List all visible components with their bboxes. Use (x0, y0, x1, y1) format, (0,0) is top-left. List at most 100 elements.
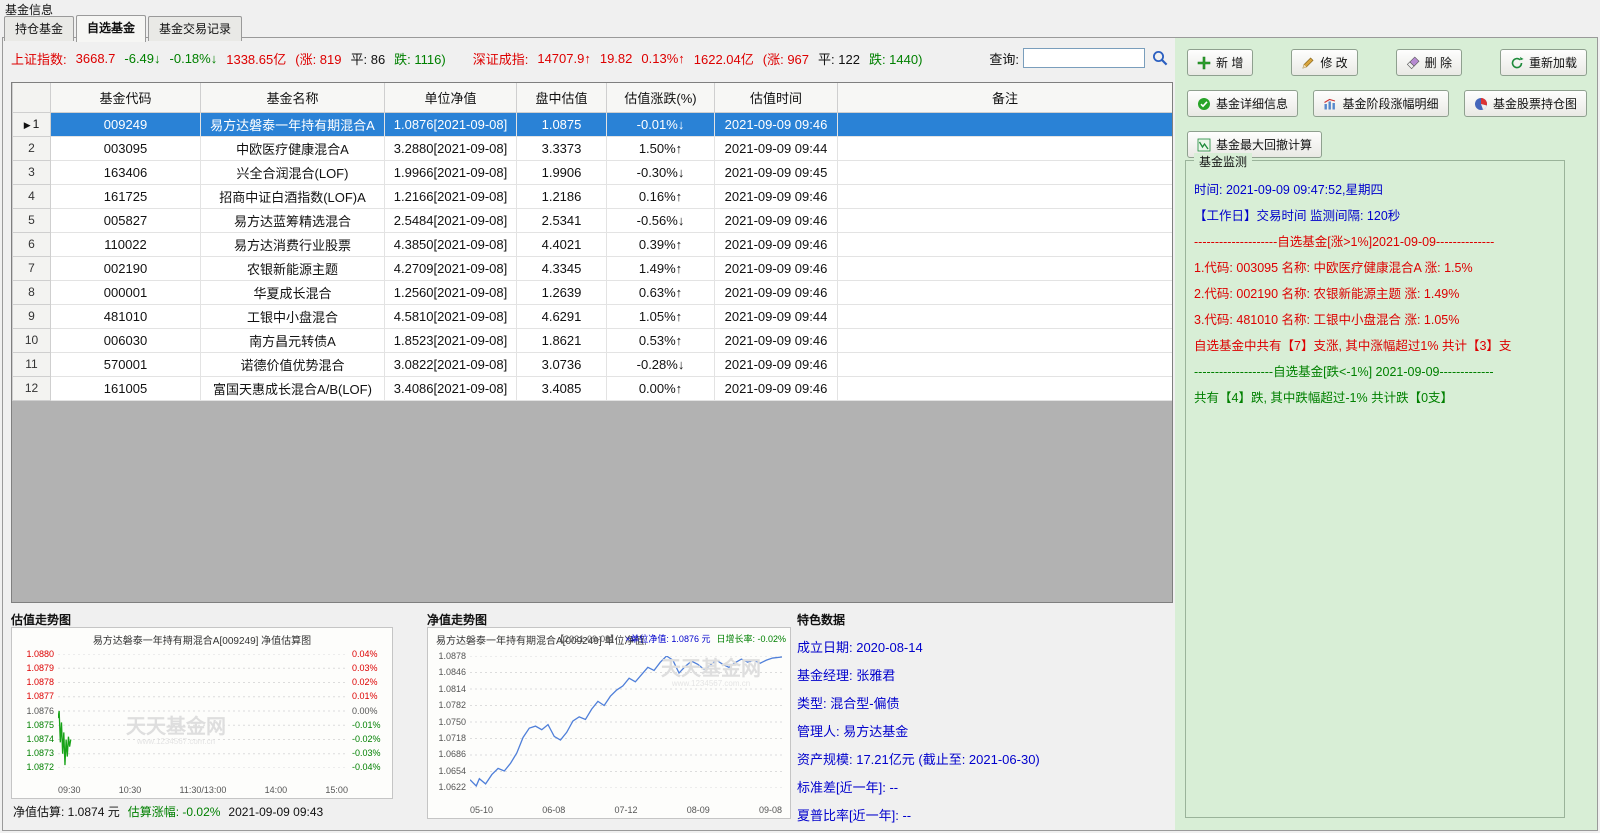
fund-code: 110022 (50, 231, 201, 257)
monitor-line: 共有【4】跌, 其中跌幅超过-1% 共计跌【0支】 (1194, 391, 1454, 405)
remark (837, 231, 1172, 257)
index-segment: -0.18%↓ (169, 50, 218, 66)
axis-tick-label: 1.0873 (26, 747, 54, 758)
unit-nav: 1.9966[2021-09-08] (384, 159, 517, 185)
column-header[interactable]: 基金名称 (200, 83, 385, 113)
axis-tick-label: 1.0782 (438, 700, 466, 711)
row-number: 8 (12, 279, 51, 305)
table-row[interactable]: 10 006030 南方昌元转债A 1.8523[2021-09-08] 1.8621 0… (12, 327, 1172, 353)
unit-nav: 1.2560[2021-09-08] (384, 279, 517, 305)
axis-tick-label: 14:00 (264, 785, 288, 795)
fund-code: 000001 (50, 279, 201, 305)
fund-detail-button[interactable]: 基金详细信息 (1187, 90, 1299, 117)
fund-name: 富国天惠成长混合A/B(LOF) (200, 375, 385, 401)
modify-button[interactable]: 修 改 (1291, 49, 1358, 76)
monitor-line: 3.代码: 481010 名称: 工银中小盘混合 涨: 1.05% (1194, 313, 1460, 327)
stock-holdings-button-label: 基金股票持仓图 (1492, 97, 1577, 111)
axis-tick-label: 1.0880 (26, 649, 54, 659)
estimate-change: 1.05%↑ (606, 303, 715, 329)
unit-nav: 3.0822[2021-09-08] (384, 351, 517, 377)
index-segment: 1622.04亿 (693, 51, 754, 67)
axis-tick-label: 1.0686 (438, 749, 466, 760)
column-header[interactable]: 估值涨跌(%) (606, 83, 715, 113)
search-icon[interactable] (1151, 49, 1169, 67)
axis-tick-label: 1.0872 (26, 762, 54, 772)
column-header[interactable]: 估值时间 (714, 83, 838, 113)
intraday-estimate: 4.3345 (516, 255, 607, 281)
chart-footer-segment: 2021-09-09 09:43 (228, 805, 324, 819)
table-row[interactable]: 7 002190 农银新能源主题 4.2709[2021-09-08] 4.3345 1.… (12, 255, 1172, 281)
stage-gain-button[interactable]: 基金阶段涨幅明细 (1313, 90, 1449, 117)
table-row[interactable]: 9 481010 工银中小盘混合 4.5810[2021-09-08] 4.6291 1.… (12, 303, 1172, 329)
axis-tick-label: 1.0622 (438, 782, 466, 792)
index-segment: 跌: 1440) (868, 51, 923, 67)
featured-line: 类型: 混合型-偏债 (797, 696, 900, 711)
add-button-label: 新 增 (1216, 56, 1244, 70)
axis-tick-label: 10:30 (118, 785, 142, 795)
estimate-change: 0.00%↑ (606, 375, 715, 401)
table-row[interactable]: 4 161725 招商中证白酒指数(LOF)A 1.2166[2021-09-08] 1… (12, 183, 1172, 209)
table-row[interactable]: 2 003095 中欧医疗健康混合A 3.2880[2021-09-08] 3.3373… (12, 135, 1172, 161)
est-chart-section-label: 估值走势图 (11, 613, 72, 627)
estimate-change: 0.39%↑ (606, 231, 715, 257)
tab-item[interactable]: 持仓基金 (4, 16, 75, 41)
estimate-time: 2021-09-09 09:46 (714, 111, 838, 137)
stock-holdings-button[interactable]: 基金股票持仓图 (1463, 90, 1587, 117)
fund-code: 161725 (50, 183, 201, 209)
reload-button[interactable]: 重新加载 (1499, 49, 1587, 76)
estimate-change: 1.49%↑ (606, 255, 715, 281)
monitor-line: -------------------自选基金[跌<-1%] 2021-09-0… (1194, 365, 1494, 379)
search-input[interactable] (1023, 48, 1145, 68)
delete-button[interactable]: 删 除 (1395, 49, 1462, 76)
column-header[interactable]: 单位净值 (384, 83, 517, 113)
chart-legend-segment: ×单位净值: 1.0876 元 (625, 634, 711, 644)
estimate-chart: 易方达磐泰一年持有期混合A[009249] 净值估算图 1.0880 1.0879… (11, 627, 393, 799)
estimate-time: 2021-09-09 09:44 (714, 135, 838, 161)
featured-line: 成立日期: 2020-08-14 (797, 640, 923, 655)
table-row[interactable]: 12 161005 富国天惠成长混合A/B(LOF) 3.4086[2021-09-0… (12, 375, 1172, 401)
add-button[interactable]: 新 增 (1187, 49, 1254, 76)
estimate-time: 2021-09-09 09:44 (714, 303, 838, 329)
axis-tick-label: 1.0750 (438, 716, 466, 727)
max-drawdown-button-label: 基金最大回撤计算 (1216, 138, 1313, 152)
table-row[interactable]: 5 005827 易方达蓝筹精选混合 2.5484[2021-09-08] 2.5341… (12, 207, 1172, 233)
fund-code: 006030 (50, 327, 201, 353)
row-number: 10 (12, 327, 51, 353)
column-header[interactable]: 备注 (837, 83, 1172, 113)
column-header[interactable]: 基金代码 (50, 83, 201, 113)
delete-button-label: 删 除 (1424, 56, 1452, 70)
column-header[interactable]: 盘中估值 (516, 83, 607, 113)
tab-item[interactable]: 自选基金 (76, 15, 147, 42)
fund-name: 兴全合润混合(LOF) (200, 159, 385, 185)
estimate-time: 2021-09-09 09:46 (714, 279, 838, 305)
featured-line: 基金经理: 张雅君 (797, 668, 896, 683)
unit-nav: 2.5484[2021-09-08] (384, 207, 517, 233)
fund-name: 中欧医疗健康混合A (200, 135, 385, 161)
reload-button-label: 重新加载 (1528, 56, 1577, 70)
monitor-line: --------------------自选基金[涨>1%]2021-09-09… (1194, 235, 1495, 249)
bar-chart-icon (1324, 98, 1336, 109)
table-row[interactable]: 11 570001 诺德价值优势混合 3.0822[2021-09-08] 3.0736… (12, 351, 1172, 377)
estimate-time: 2021-09-09 09:45 (714, 159, 838, 185)
tab-item[interactable]: 基金交易记录 (148, 16, 243, 41)
table-header-row: 基金代码 基金名称 单位净值 盘中估值 估值涨跌(%) 估值时间 备注 (12, 83, 1172, 113)
estimate-y-axis-right: 0.04% 0.03% 0.02% 0.01% 0.00% -0.01% -0.02% -0.… (352, 650, 390, 772)
table-row[interactable]: ▶ 1 009249 易方达磐泰一年持有期混合A 1.0876[2021-09-08] 1… (12, 111, 1172, 137)
estimate-time: 2021-09-09 09:46 (714, 375, 838, 401)
table-row[interactable]: 6 110022 易方达消费行业股票 4.3850[2021-09-08] 4.4021… (12, 231, 1172, 257)
index-segment: 1338.65亿 (226, 51, 287, 67)
intraday-estimate: 1.2639 (516, 279, 607, 305)
intraday-estimate: 1.0875 (516, 111, 607, 137)
table-row[interactable]: 8 000001 华夏成长混合 1.2560[2021-09-08] 1.2639 0.6… (12, 279, 1172, 305)
row-number: 9 (12, 303, 51, 329)
pencil-icon (1302, 57, 1314, 69)
nav-chart: 易方达磐泰一年持有期混合A[009249] 单位净值走势图 【2021-09-0… (427, 627, 791, 819)
row-number: 5 (12, 207, 51, 233)
monitor-line: 【工作日】交易时间 监测间隔: 120秒 (1194, 209, 1401, 223)
fund-name: 农银新能源主题 (200, 255, 385, 281)
fund-code: 005827 (50, 207, 201, 233)
table-row[interactable]: 3 163406 兴全合润混合(LOF) 1.9966[2021-09-08] 1.99… (12, 159, 1172, 185)
axis-tick-label: 0.00% (352, 705, 378, 716)
unit-nav: 1.0876[2021-09-08] (384, 111, 517, 137)
fund-code: 003095 (50, 135, 201, 161)
